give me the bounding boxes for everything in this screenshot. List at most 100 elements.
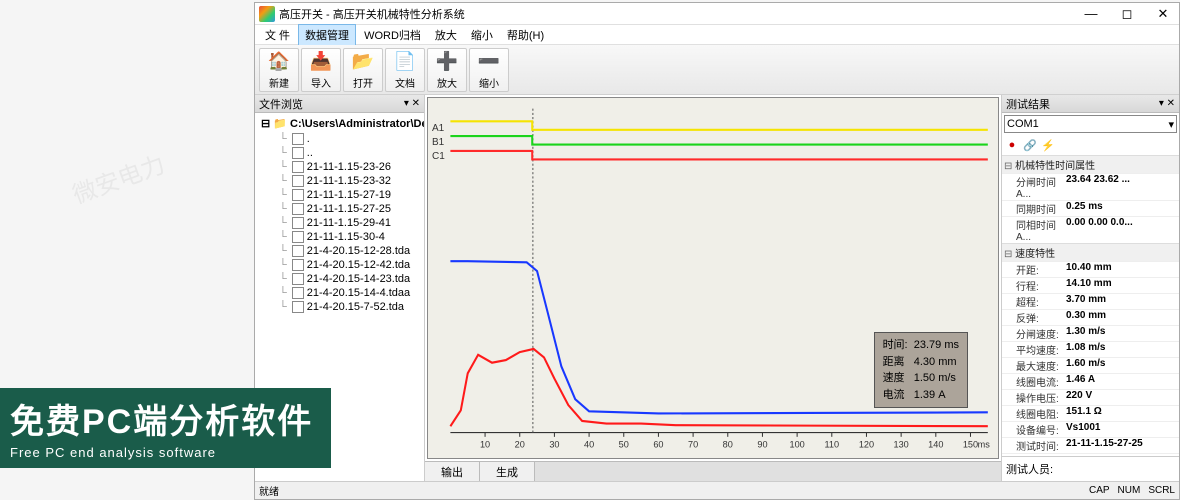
file-icon — [292, 273, 304, 285]
doc-button[interactable]: 📄文档 — [385, 48, 425, 92]
tree-item[interactable]: 21-4-20.15-12-28.tda — [257, 244, 422, 258]
connect-icon[interactable]: 🔗 — [1022, 137, 1038, 153]
waveform-chart[interactable]: A1 B1 C1 1020304050607080901001101201301… — [427, 97, 999, 459]
file-icon — [292, 259, 304, 271]
svg-text:60: 60 — [653, 439, 663, 449]
file-icon — [292, 301, 304, 313]
menu-zoomout[interactable]: 缩小 — [465, 25, 499, 45]
minimize-button[interactable]: — — [1079, 6, 1103, 22]
tree-item[interactable]: 21-11-1.15-23-32 — [257, 174, 422, 188]
file-icon — [292, 175, 304, 187]
prop-row: 同相时间 A...0.00 0.00 0.0... — [1002, 216, 1179, 243]
file-icon — [292, 217, 304, 229]
prop-row: 分闸速度:1.30 m/s — [1002, 325, 1179, 341]
prop-row: 线圈电流:1.46 A — [1002, 373, 1179, 389]
file-icon — [292, 231, 304, 243]
channel-labels: A1 B1 C1 — [432, 122, 445, 164]
prop-row: 线圈电阻:151.1 Ω — [1002, 405, 1179, 421]
prop-row: 最大速度:1.60 m/s — [1002, 357, 1179, 373]
svg-text:150: 150 — [963, 439, 978, 449]
menu-word[interactable]: WORD归档 — [358, 25, 427, 45]
status-num: NUM — [1118, 485, 1141, 496]
plus-icon: ➕ — [435, 50, 459, 74]
new-icon: 🏠 — [267, 50, 291, 74]
menu-help[interactable]: 帮助(H) — [501, 25, 550, 45]
menu-data[interactable]: 数据管理 — [298, 24, 356, 46]
title-bar: 高压开关 - 高压开关机械特性分析系统 — ◻ ✕ — [255, 3, 1179, 25]
panel-pin-icon[interactable]: ▾ ✕ — [1159, 98, 1175, 109]
results-panel: 测试结果 ▾ ✕ COM1 ● 🔗 ⚡ 机械特性时间属性分闸时间 A...23.… — [1001, 95, 1179, 481]
record-icon[interactable]: ● — [1004, 137, 1020, 153]
tree-item[interactable]: 21-11-1.15-27-25 — [257, 202, 422, 216]
svg-text:130: 130 — [894, 439, 909, 449]
tree-root[interactable]: ⊟ 📁 C:\Users\Administrator\Desktop — [257, 115, 422, 132]
file-icon — [292, 245, 304, 257]
prop-row: 设备编号:Vs1001 — [1002, 421, 1179, 437]
output-tabs: 输出 生成 — [425, 461, 1001, 481]
status-ready: 就绪 — [259, 483, 279, 498]
import-button[interactable]: 📥导入 — [301, 48, 341, 92]
tree-item[interactable]: .. — [257, 146, 422, 160]
minus-icon: ➖ — [477, 50, 501, 74]
close-button[interactable]: ✕ — [1151, 6, 1175, 22]
prop-row: 反弹:0.30 mm — [1002, 309, 1179, 325]
svg-text:40: 40 — [584, 439, 594, 449]
tree-item[interactable]: . — [257, 132, 422, 146]
file-icon — [292, 133, 304, 145]
tree-item[interactable]: 21-4-20.15-12-42.tda — [257, 258, 422, 272]
status-bar: 就绪 CAP NUM SCRL — [255, 481, 1179, 499]
svg-text:10: 10 — [480, 439, 490, 449]
prop-row: 行程:14.10 mm — [1002, 277, 1179, 293]
svg-text:70: 70 — [688, 439, 698, 449]
zoomin-button[interactable]: ➕放大 — [427, 48, 467, 92]
window-title: 高压开关 - 高压开关机械特性分析系统 — [279, 6, 465, 22]
prop-row: 测试时间:21-11-1.15-27-25 — [1002, 437, 1179, 453]
menu-file[interactable]: 文 件 — [259, 25, 296, 45]
property-grid[interactable]: 机械特性时间属性分闸时间 A...23.64 23.62 ...同期时间0.25… — [1002, 155, 1179, 456]
file-icon — [292, 203, 304, 215]
prop-row: 分闸时间 A...23.64 23.62 ... — [1002, 173, 1179, 200]
svg-text:140: 140 — [928, 439, 943, 449]
tree-item[interactable]: 21-11-1.15-30-4 — [257, 230, 422, 244]
tab-generate[interactable]: 生成 — [480, 462, 535, 481]
app-window: 高压开关 - 高压开关机械特性分析系统 — ◻ ✕ 文 件 数据管理 WORD归… — [254, 2, 1180, 500]
svg-text:80: 80 — [723, 439, 733, 449]
maximize-button[interactable]: ◻ — [1115, 6, 1139, 22]
doc-icon: 📄 — [393, 50, 417, 74]
file-icon — [292, 147, 304, 159]
app-icon — [259, 6, 275, 22]
results-header: 测试结果 ▾ ✕ — [1002, 95, 1179, 113]
tester-field: 测试人员: — [1002, 456, 1179, 481]
svg-text:110: 110 — [825, 439, 840, 449]
open-button[interactable]: 📂打开 — [343, 48, 383, 92]
tree-item[interactable]: 21-4-20.15-7-52.tda — [257, 300, 422, 314]
menu-zoomin[interactable]: 放大 — [429, 25, 463, 45]
import-icon: 📥 — [309, 50, 333, 74]
panel-pin-icon[interactable]: ▾ ✕ — [404, 98, 420, 109]
file-icon — [292, 189, 304, 201]
prop-group[interactable]: 机械特性时间属性 — [1002, 155, 1179, 173]
tree-item[interactable]: 21-11-1.15-27-19 — [257, 188, 422, 202]
prop-row: 平均速度:1.08 m/s — [1002, 341, 1179, 357]
file-icon — [292, 161, 304, 173]
svg-text:20: 20 — [515, 439, 525, 449]
flash-icon[interactable]: ⚡ — [1040, 137, 1056, 153]
prop-group[interactable]: 速度特性 — [1002, 243, 1179, 261]
prop-row: 同期时间0.25 ms — [1002, 200, 1179, 216]
tab-output[interactable]: 输出 — [425, 462, 480, 481]
svg-text:50: 50 — [619, 439, 629, 449]
prop-row: 开距:10.40 mm — [1002, 261, 1179, 277]
toolbar: 🏠新建 📥导入 📂打开 📄文档 ➕放大 ➖缩小 — [255, 45, 1179, 95]
tree-item[interactable]: 21-11-1.15-23-26 — [257, 160, 422, 174]
svg-text:100: 100 — [789, 439, 804, 449]
main-area: A1 B1 C1 1020304050607080901001101201301… — [425, 95, 1001, 481]
new-button[interactable]: 🏠新建 — [259, 48, 299, 92]
tree-item[interactable]: 21-11-1.15-29-41 — [257, 216, 422, 230]
promo-banner: 免费PC端分析软件 Free PC end analysis software — [0, 388, 331, 468]
zoomout-button[interactable]: ➖缩小 — [469, 48, 509, 92]
tree-item[interactable]: 21-4-20.15-14-23.tda — [257, 272, 422, 286]
com-port-select[interactable]: COM1 — [1004, 115, 1177, 133]
file-browser-header: 文件浏览 ▾ ✕ — [255, 95, 424, 113]
tree-item[interactable]: 21-4-20.15-14-4.tdaa — [257, 286, 422, 300]
svg-text:90: 90 — [757, 439, 767, 449]
